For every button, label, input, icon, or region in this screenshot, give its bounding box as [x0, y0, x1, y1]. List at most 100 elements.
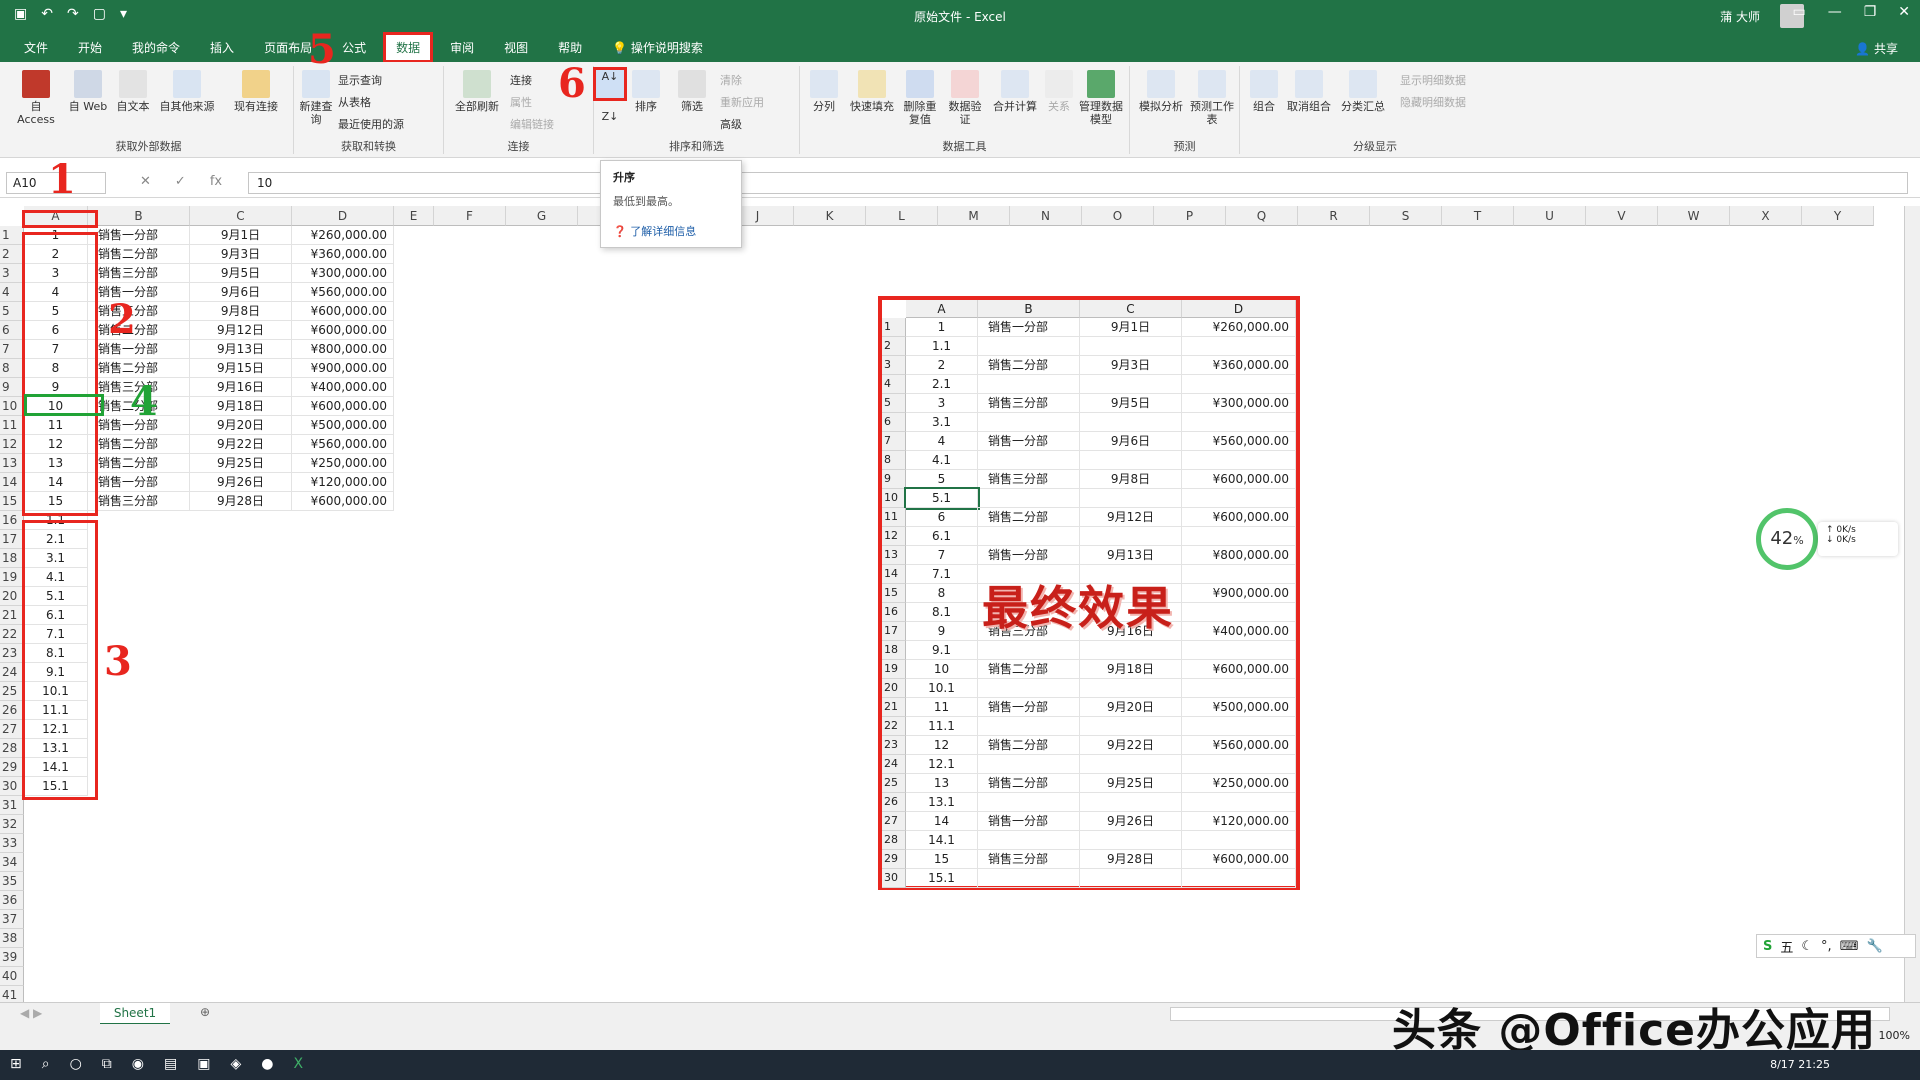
column-header[interactable]: D — [292, 206, 394, 226]
column-header[interactable]: K — [794, 206, 866, 226]
column-header[interactable]: T — [1442, 206, 1514, 226]
share-button[interactable]: 👤 共享 — [1855, 40, 1898, 57]
row-header[interactable]: 5 — [0, 302, 24, 321]
row-header[interactable]: 24 — [0, 663, 24, 682]
row-header[interactable]: 22 — [0, 625, 24, 644]
moon-icon[interactable]: ☾ — [1801, 939, 1813, 954]
cell[interactable]: ¥400,000.00 — [292, 378, 394, 397]
tab-my-commands[interactable]: 我的命令 — [122, 35, 190, 60]
tab-formulas[interactable]: 公式 — [332, 35, 376, 60]
new-query-button[interactable]: 新建查询 — [298, 70, 334, 126]
recent-sources-button[interactable]: 最近使用的源 — [338, 116, 404, 132]
row-header[interactable]: 30 — [0, 777, 24, 796]
what-if-button[interactable]: 模拟分析 — [1136, 70, 1186, 113]
maximize-icon[interactable]: ❐ — [1864, 4, 1877, 20]
cell[interactable]: 销售一分部 — [88, 283, 190, 302]
from-table-button[interactable]: 从表格 — [338, 94, 371, 110]
column-header[interactable]: P — [1154, 206, 1226, 226]
enter-icon[interactable]: ✓ — [175, 174, 186, 189]
ime-mode[interactable]: 五 — [1780, 937, 1793, 956]
relationships-button[interactable]: 关系 — [1044, 70, 1074, 113]
row-header[interactable]: 36 — [0, 891, 24, 910]
add-sheet-icon[interactable]: ⊕ — [200, 1005, 210, 1019]
remove-duplicates-button[interactable]: 删除重复值 — [900, 70, 940, 126]
app3-icon[interactable]: ● — [261, 1056, 273, 1072]
row-header[interactable]: 27 — [0, 720, 24, 739]
cell[interactable]: 9月5日 — [190, 264, 292, 283]
hide-detail-button[interactable]: 隐藏明细数据 — [1400, 94, 1466, 110]
cell[interactable]: 销售三分部 — [88, 264, 190, 283]
row-header[interactable]: 9 — [0, 378, 24, 397]
column-header[interactable]: F — [434, 206, 506, 226]
column-header[interactable]: W — [1658, 206, 1730, 226]
ungroup-button[interactable]: 取消组合 — [1284, 70, 1334, 113]
cell[interactable]: 销售三分部 — [88, 302, 190, 321]
row-header[interactable]: 34 — [0, 853, 24, 872]
cell[interactable]: 9月13日 — [190, 340, 292, 359]
app2-icon[interactable]: ◈ — [230, 1056, 241, 1072]
memory-gauge[interactable]: 42% — [1756, 508, 1818, 570]
ime-toolbar[interactable]: S 五 ☾ °, ⌨ 🔧 — [1756, 934, 1916, 958]
row-header[interactable]: 23 — [0, 644, 24, 663]
row-header[interactable]: 37 — [0, 910, 24, 929]
row-header[interactable]: 12 — [0, 435, 24, 454]
row-header[interactable]: 29 — [0, 758, 24, 777]
column-header[interactable]: U — [1514, 206, 1586, 226]
cell[interactable]: ¥800,000.00 — [292, 340, 394, 359]
cell[interactable]: ¥500,000.00 — [292, 416, 394, 435]
row-header[interactable]: 25 — [0, 682, 24, 701]
row-header[interactable]: 28 — [0, 739, 24, 758]
cell[interactable]: 销售二分部 — [88, 321, 190, 340]
from-web-button[interactable]: 自 Web — [66, 70, 110, 113]
cell[interactable]: ¥600,000.00 — [292, 302, 394, 321]
row-header[interactable]: 14 — [0, 473, 24, 492]
cell[interactable]: 9月6日 — [190, 283, 292, 302]
row-header[interactable]: 7 — [0, 340, 24, 359]
row-header[interactable]: 26 — [0, 701, 24, 720]
tab-file[interactable]: 文件 — [14, 35, 58, 60]
sort-descending-button[interactable]: Z↓ — [596, 110, 624, 123]
reapply-button[interactable]: 重新应用 — [720, 94, 764, 110]
tab-insert[interactable]: 插入 — [200, 35, 244, 60]
row-header[interactable]: 39 — [0, 948, 24, 967]
sheet-nav-icon[interactable]: ◀ ▶ — [20, 1006, 42, 1020]
row-header[interactable]: 2 — [0, 245, 24, 264]
cell[interactable]: 销售三分部 — [88, 492, 190, 511]
formula-input[interactable]: 10 — [248, 172, 1908, 194]
refresh-all-button[interactable]: 全部刷新 — [452, 70, 502, 113]
data-validation-button[interactable]: 数据验证 — [944, 70, 986, 126]
explorer-icon[interactable]: ▤ — [164, 1056, 177, 1072]
minimize-icon[interactable]: — — [1828, 4, 1842, 20]
vertical-scrollbar[interactable] — [1904, 206, 1920, 1002]
advanced-filter-button[interactable]: 高级 — [720, 116, 742, 132]
cell[interactable]: 9月25日 — [190, 454, 292, 473]
column-header[interactable]: B — [88, 206, 190, 226]
sort-ascending-button[interactable]: A↓ — [593, 67, 627, 101]
flash-fill-button[interactable]: 快速填充 — [848, 70, 896, 113]
text-to-columns-button[interactable]: 分列 — [804, 70, 844, 113]
cell[interactable]: 9月12日 — [190, 321, 292, 340]
row-header[interactable]: 32 — [0, 815, 24, 834]
forecast-sheet-button[interactable]: 预测工作表 — [1190, 70, 1234, 126]
column-header[interactable]: Q — [1226, 206, 1298, 226]
row-header[interactable]: 17 — [0, 530, 24, 549]
clear-filter-button[interactable]: 清除 — [720, 72, 742, 88]
row-header[interactable]: 41 — [0, 986, 24, 1002]
tab-data[interactable]: 数据 — [383, 31, 434, 63]
cell[interactable]: 9月18日 — [190, 397, 292, 416]
row-header[interactable]: 40 — [0, 967, 24, 986]
cell[interactable]: 9月1日 — [190, 226, 292, 245]
cell[interactable]: ¥600,000.00 — [292, 321, 394, 340]
column-header[interactable]: Y — [1802, 206, 1874, 226]
column-header[interactable]: V — [1586, 206, 1658, 226]
user-name[interactable]: 蒲 大师 — [1720, 8, 1760, 25]
row-header[interactable]: 6 — [0, 321, 24, 340]
cell[interactable]: 销售一分部 — [88, 226, 190, 245]
from-access-button[interactable]: 自 Access — [10, 70, 62, 126]
row-header[interactable]: 4 — [0, 283, 24, 302]
tab-help[interactable]: 帮助 — [548, 35, 592, 60]
row-header[interactable]: 19 — [0, 568, 24, 587]
cell[interactable]: 销售二分部 — [88, 435, 190, 454]
close-icon[interactable]: ✕ — [1898, 4, 1910, 20]
group-button[interactable]: 组合 — [1246, 70, 1282, 113]
